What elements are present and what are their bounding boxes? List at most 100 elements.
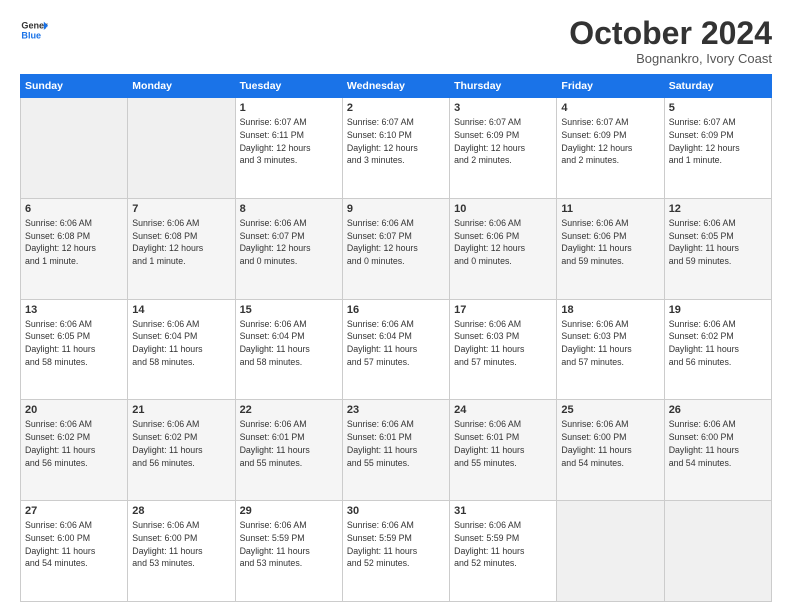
- day-info: Sunrise: 6:07 AM Sunset: 6:10 PM Dayligh…: [347, 117, 418, 165]
- table-row: 17Sunrise: 6:06 AM Sunset: 6:03 PM Dayli…: [450, 299, 557, 400]
- table-row: 16Sunrise: 6:06 AM Sunset: 6:04 PM Dayli…: [342, 299, 449, 400]
- day-info: Sunrise: 6:06 AM Sunset: 6:04 PM Dayligh…: [240, 319, 310, 367]
- day-number: 30: [347, 504, 445, 519]
- table-row: 4Sunrise: 6:07 AM Sunset: 6:09 PM Daylig…: [557, 98, 664, 199]
- day-info: Sunrise: 6:06 AM Sunset: 6:02 PM Dayligh…: [669, 319, 739, 367]
- header: General Blue October 2024 Bognankro, Ivo…: [20, 16, 772, 66]
- day-number: 22: [240, 403, 338, 418]
- col-wednesday: Wednesday: [342, 75, 449, 98]
- page: General Blue October 2024 Bognankro, Ivo…: [0, 0, 792, 612]
- subtitle: Bognankro, Ivory Coast: [569, 51, 772, 66]
- col-friday: Friday: [557, 75, 664, 98]
- day-info: Sunrise: 6:06 AM Sunset: 6:05 PM Dayligh…: [25, 319, 95, 367]
- day-info: Sunrise: 6:06 AM Sunset: 6:07 PM Dayligh…: [347, 218, 418, 266]
- day-number: 1: [240, 101, 338, 116]
- day-number: 27: [25, 504, 123, 519]
- day-info: Sunrise: 6:06 AM Sunset: 6:00 PM Dayligh…: [25, 520, 95, 568]
- day-number: 25: [561, 403, 659, 418]
- table-row: 30Sunrise: 6:06 AM Sunset: 5:59 PM Dayli…: [342, 501, 449, 602]
- calendar-row-1: 6Sunrise: 6:06 AM Sunset: 6:08 PM Daylig…: [21, 198, 772, 299]
- table-row: 25Sunrise: 6:06 AM Sunset: 6:00 PM Dayli…: [557, 400, 664, 501]
- day-number: 28: [132, 504, 230, 519]
- table-row: 21Sunrise: 6:06 AM Sunset: 6:02 PM Dayli…: [128, 400, 235, 501]
- table-row: 1Sunrise: 6:07 AM Sunset: 6:11 PM Daylig…: [235, 98, 342, 199]
- table-row: 8Sunrise: 6:06 AM Sunset: 6:07 PM Daylig…: [235, 198, 342, 299]
- table-row: 24Sunrise: 6:06 AM Sunset: 6:01 PM Dayli…: [450, 400, 557, 501]
- day-number: 20: [25, 403, 123, 418]
- day-number: 5: [669, 101, 767, 116]
- day-number: 8: [240, 202, 338, 217]
- table-row: 11Sunrise: 6:06 AM Sunset: 6:06 PM Dayli…: [557, 198, 664, 299]
- day-number: 16: [347, 303, 445, 318]
- day-number: 2: [347, 101, 445, 116]
- day-number: 15: [240, 303, 338, 318]
- day-number: 13: [25, 303, 123, 318]
- day-number: 6: [25, 202, 123, 217]
- table-row: 10Sunrise: 6:06 AM Sunset: 6:06 PM Dayli…: [450, 198, 557, 299]
- day-info: Sunrise: 6:06 AM Sunset: 5:59 PM Dayligh…: [347, 520, 417, 568]
- calendar-row-2: 13Sunrise: 6:06 AM Sunset: 6:05 PM Dayli…: [21, 299, 772, 400]
- day-number: 24: [454, 403, 552, 418]
- day-info: Sunrise: 6:06 AM Sunset: 6:02 PM Dayligh…: [25, 419, 95, 467]
- month-title: October 2024: [569, 16, 772, 51]
- col-thursday: Thursday: [450, 75, 557, 98]
- table-row: 14Sunrise: 6:06 AM Sunset: 6:04 PM Dayli…: [128, 299, 235, 400]
- header-row: Sunday Monday Tuesday Wednesday Thursday…: [21, 75, 772, 98]
- table-row: 22Sunrise: 6:06 AM Sunset: 6:01 PM Dayli…: [235, 400, 342, 501]
- table-row: 15Sunrise: 6:06 AM Sunset: 6:04 PM Dayli…: [235, 299, 342, 400]
- day-number: 4: [561, 101, 659, 116]
- table-row: [128, 98, 235, 199]
- day-info: Sunrise: 6:06 AM Sunset: 6:02 PM Dayligh…: [132, 419, 202, 467]
- day-number: 3: [454, 101, 552, 116]
- day-number: 9: [347, 202, 445, 217]
- col-monday: Monday: [128, 75, 235, 98]
- day-info: Sunrise: 6:06 AM Sunset: 6:05 PM Dayligh…: [669, 218, 739, 266]
- table-row: 31Sunrise: 6:06 AM Sunset: 5:59 PM Dayli…: [450, 501, 557, 602]
- calendar-row-0: 1Sunrise: 6:07 AM Sunset: 6:11 PM Daylig…: [21, 98, 772, 199]
- table-row: 13Sunrise: 6:06 AM Sunset: 6:05 PM Dayli…: [21, 299, 128, 400]
- col-tuesday: Tuesday: [235, 75, 342, 98]
- calendar-row-4: 27Sunrise: 6:06 AM Sunset: 6:00 PM Dayli…: [21, 501, 772, 602]
- day-info: Sunrise: 6:06 AM Sunset: 6:07 PM Dayligh…: [240, 218, 311, 266]
- table-row: 6Sunrise: 6:06 AM Sunset: 6:08 PM Daylig…: [21, 198, 128, 299]
- table-row: 18Sunrise: 6:06 AM Sunset: 6:03 PM Dayli…: [557, 299, 664, 400]
- day-info: Sunrise: 6:07 AM Sunset: 6:11 PM Dayligh…: [240, 117, 311, 165]
- day-number: 10: [454, 202, 552, 217]
- table-row: 2Sunrise: 6:07 AM Sunset: 6:10 PM Daylig…: [342, 98, 449, 199]
- day-info: Sunrise: 6:06 AM Sunset: 5:59 PM Dayligh…: [454, 520, 524, 568]
- day-info: Sunrise: 6:06 AM Sunset: 6:00 PM Dayligh…: [669, 419, 739, 467]
- day-number: 29: [240, 504, 338, 519]
- title-section: October 2024 Bognankro, Ivory Coast: [569, 16, 772, 66]
- table-row: [664, 501, 771, 602]
- col-saturday: Saturday: [664, 75, 771, 98]
- day-info: Sunrise: 6:06 AM Sunset: 6:01 PM Dayligh…: [240, 419, 310, 467]
- day-number: 31: [454, 504, 552, 519]
- table-row: 19Sunrise: 6:06 AM Sunset: 6:02 PM Dayli…: [664, 299, 771, 400]
- table-row: 28Sunrise: 6:06 AM Sunset: 6:00 PM Dayli…: [128, 501, 235, 602]
- table-row: 27Sunrise: 6:06 AM Sunset: 6:00 PM Dayli…: [21, 501, 128, 602]
- day-number: 11: [561, 202, 659, 217]
- table-row: 29Sunrise: 6:06 AM Sunset: 5:59 PM Dayli…: [235, 501, 342, 602]
- day-number: 12: [669, 202, 767, 217]
- table-row: 9Sunrise: 6:06 AM Sunset: 6:07 PM Daylig…: [342, 198, 449, 299]
- calendar-row-3: 20Sunrise: 6:06 AM Sunset: 6:02 PM Dayli…: [21, 400, 772, 501]
- day-info: Sunrise: 6:06 AM Sunset: 6:03 PM Dayligh…: [561, 319, 631, 367]
- table-row: [557, 501, 664, 602]
- calendar-table: Sunday Monday Tuesday Wednesday Thursday…: [20, 74, 772, 602]
- logo: General Blue: [20, 16, 48, 44]
- table-row: [21, 98, 128, 199]
- day-info: Sunrise: 6:06 AM Sunset: 6:08 PM Dayligh…: [25, 218, 96, 266]
- day-info: Sunrise: 6:07 AM Sunset: 6:09 PM Dayligh…: [454, 117, 525, 165]
- day-info: Sunrise: 6:06 AM Sunset: 6:00 PM Dayligh…: [561, 419, 631, 467]
- table-row: 23Sunrise: 6:06 AM Sunset: 6:01 PM Dayli…: [342, 400, 449, 501]
- day-info: Sunrise: 6:06 AM Sunset: 6:08 PM Dayligh…: [132, 218, 203, 266]
- day-info: Sunrise: 6:07 AM Sunset: 6:09 PM Dayligh…: [669, 117, 740, 165]
- day-info: Sunrise: 6:06 AM Sunset: 6:01 PM Dayligh…: [454, 419, 524, 467]
- table-row: 5Sunrise: 6:07 AM Sunset: 6:09 PM Daylig…: [664, 98, 771, 199]
- col-sunday: Sunday: [21, 75, 128, 98]
- day-number: 18: [561, 303, 659, 318]
- logo-icon: General Blue: [20, 16, 48, 44]
- table-row: 20Sunrise: 6:06 AM Sunset: 6:02 PM Dayli…: [21, 400, 128, 501]
- day-number: 19: [669, 303, 767, 318]
- day-number: 17: [454, 303, 552, 318]
